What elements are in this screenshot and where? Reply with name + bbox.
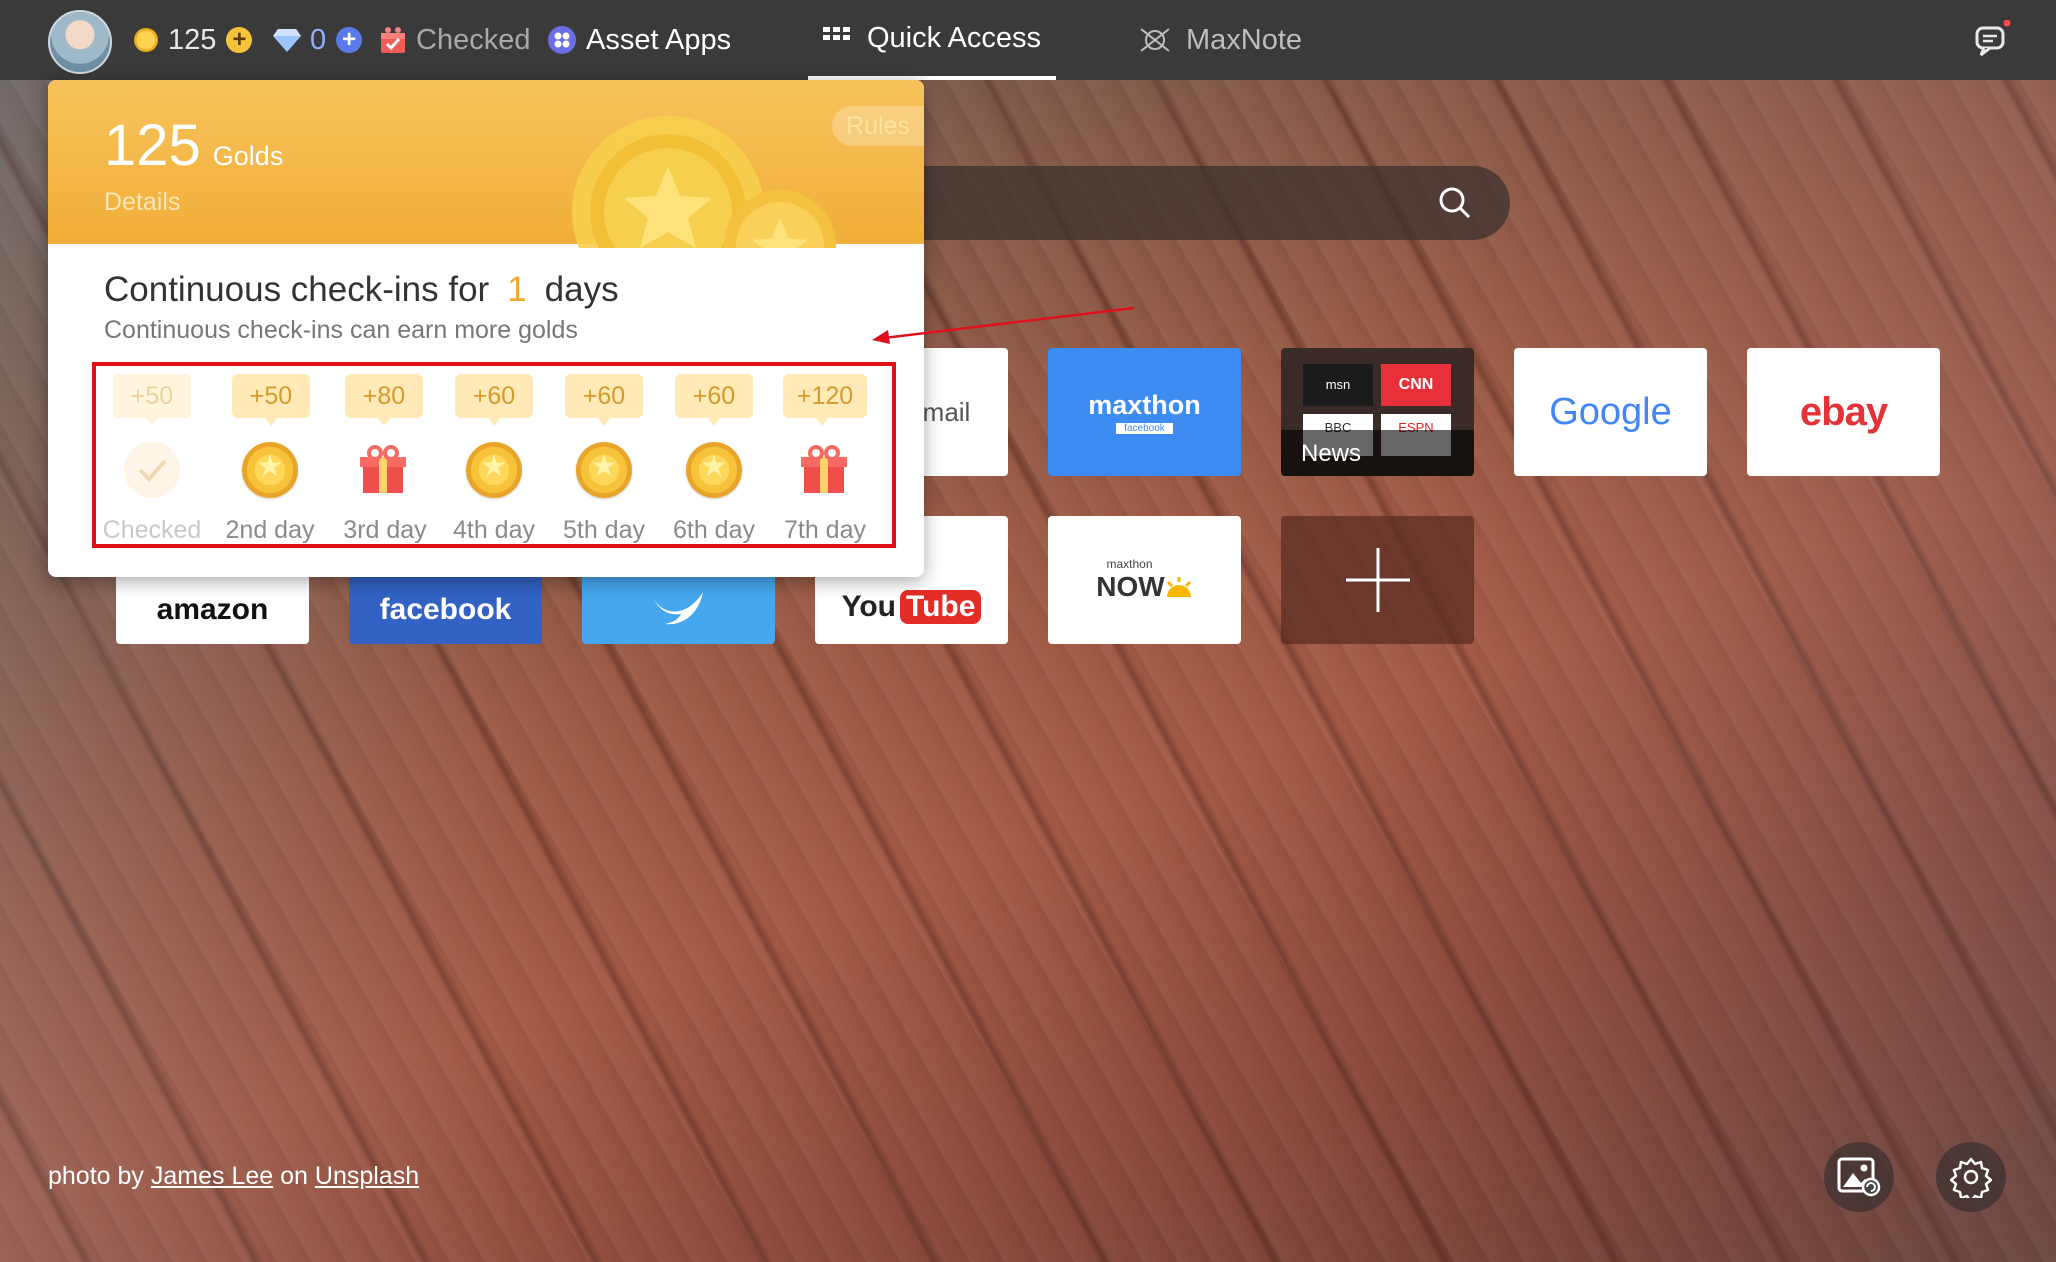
twitter-bird-icon <box>652 592 703 625</box>
gear-icon <box>1950 1157 1992 1198</box>
tile-news[interactable]: msn CNN BBC ESPN News <box>1281 348 1474 476</box>
ebay-logo: ebay <box>1799 389 1888 434</box>
streak-prefix: Continuous check-ins for <box>104 270 490 309</box>
rules-button[interactable]: Rules <box>832 106 924 146</box>
grid-icon <box>822 27 850 40</box>
checked-button[interactable]: Checked <box>378 0 530 80</box>
google-logo: Google <box>1549 390 1672 433</box>
credit-site-link[interactable]: Unsplash <box>315 1162 419 1190</box>
now-logo: NOW <box>1096 571 1165 602</box>
msn-logo: msn <box>1303 364 1373 406</box>
maxthon-sub-label: facebook <box>1116 423 1173 434</box>
tile-ebay[interactable]: ebay <box>1747 348 1940 476</box>
sunrise-icon <box>1166 577 1191 597</box>
streak-subtitle: Continuous check-ins can earn more golds <box>104 316 578 344</box>
tab-maxnote[interactable]: MaxNote <box>1138 0 1302 80</box>
maxnote-icon <box>1140 28 1170 52</box>
annotation-arrow-icon <box>872 306 1135 344</box>
add-tile-button[interactable] <box>1281 516 1474 644</box>
asset-apps-label: Asset Apps <box>586 23 732 56</box>
now-small-label: maxthon <box>1106 557 1153 571</box>
image-refresh-icon <box>1837 1157 1881 1197</box>
diamond-count: 0 <box>310 23 327 56</box>
gold-amount: 125 <box>104 113 201 178</box>
credit-author-link[interactable]: James Lee <box>151 1162 273 1190</box>
chat-bubble-icon <box>1975 19 2011 57</box>
gold-unit: Golds <box>212 141 284 171</box>
gold-balance[interactable]: 125 + <box>134 0 253 80</box>
streak-title: Continuous check-ins for 1 days <box>104 270 619 310</box>
asset-apps-button[interactable]: Asset Apps <box>548 0 731 80</box>
diamond-balance[interactable]: 0 + <box>272 0 363 80</box>
gold-count: 125 <box>168 23 217 56</box>
news-label: News <box>1301 440 1362 467</box>
streak-suffix: days <box>544 270 619 309</box>
avatar[interactable] <box>48 10 112 74</box>
photo-credit: photo by James Lee on Unsplash <box>48 1162 419 1191</box>
cnn-logo: CNN <box>1381 364 1451 406</box>
search-icon[interactable] <box>1438 186 1472 220</box>
credit-prefix: photo by <box>48 1162 144 1190</box>
checked-label: Checked <box>416 23 531 56</box>
highlight-box <box>92 362 896 548</box>
tab-quick-access[interactable]: Quick Access <box>808 0 1056 80</box>
popup-header: 125 Golds Details Rules <box>48 80 924 248</box>
diamond-icon <box>273 29 301 52</box>
facebook-logo: facebook <box>379 593 512 626</box>
details-link[interactable]: Details <box>104 188 180 217</box>
messages-button[interactable] <box>1972 19 2012 60</box>
maxnote-label: MaxNote <box>1186 23 1303 56</box>
tile-maxthon[interactable]: maxthon facebook <box>1048 348 1241 476</box>
plus-icon <box>1345 548 1410 612</box>
tile-google[interactable]: Google <box>1514 348 1707 476</box>
streak-days: 1 <box>507 270 527 309</box>
tile-maxthon-now[interactable]: maxthon NOW <box>1048 516 1241 644</box>
gold-total: 125 Golds <box>104 112 283 179</box>
maxthon-logo: maxthon <box>1088 390 1201 420</box>
top-bar: 125 + 0 + Checked Asset Apps Quick Acces… <box>0 0 2056 80</box>
gold-coin-icon <box>134 28 158 52</box>
change-wallpaper-button[interactable] <box>1824 1142 1894 1212</box>
search-bar[interactable] <box>840 166 1510 240</box>
add-diamond-icon[interactable]: + <box>336 27 363 53</box>
asset-apps-icon <box>548 26 576 54</box>
search-input[interactable] <box>860 176 1424 232</box>
mail-label: mail <box>922 396 971 427</box>
credit-middle: on <box>280 1162 308 1190</box>
quick-access-label: Quick Access <box>866 21 1042 54</box>
settings-button[interactable] <box>1936 1142 2006 1212</box>
youtube-tube-label: Tube <box>900 590 982 624</box>
add-gold-icon[interactable]: + <box>226 27 253 53</box>
checkin-gift-icon <box>381 27 405 53</box>
youtube-you-label: You <box>841 590 896 623</box>
amazon-logo: amazon <box>156 593 269 626</box>
